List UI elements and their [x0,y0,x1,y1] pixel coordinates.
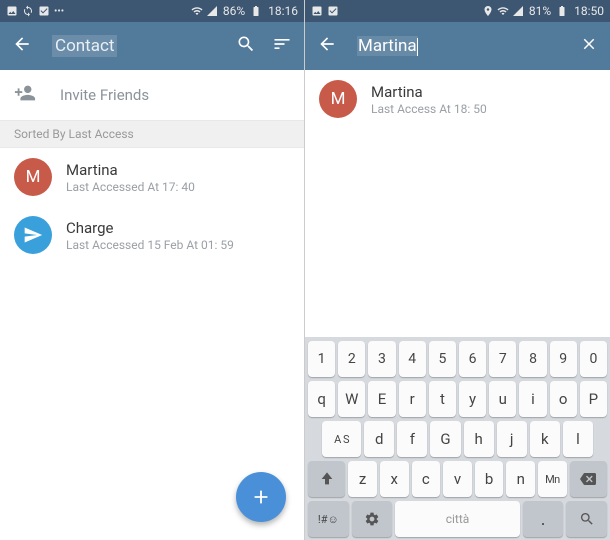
contact-item-charge[interactable]: Charge Last Accessed 15 Feb At 01: 59 [0,206,304,264]
key-e[interactable]: E [368,381,395,417]
contact-name: Charge [66,219,234,237]
key-0[interactable]: 0 [580,341,607,377]
key-mn[interactable]: Mn [538,461,567,497]
kb-row-5: !#☺ città . [308,501,607,537]
new-contact-fab[interactable] [236,472,286,522]
key-7[interactable]: 7 [489,341,516,377]
key-c[interactable]: c [412,461,441,497]
kb-row-4: zxcvbnMn [308,461,607,497]
key-g[interactable]: G [430,421,460,457]
key-f[interactable]: f [397,421,427,457]
key-4[interactable]: 4 [399,341,426,377]
key-6[interactable]: 6 [459,341,486,377]
key-k[interactable]: k [530,421,560,457]
key-as[interactable]: A S [322,421,361,457]
add-person-icon [14,82,36,108]
status-bar: 81% 18:50 [305,0,610,22]
key-w[interactable]: W [338,381,365,417]
battery-icon [250,5,262,17]
key-z[interactable]: z [348,461,377,497]
key-symbols[interactable]: !#☺ [308,501,349,537]
avatar: M [319,80,357,118]
key-r[interactable]: r [399,381,426,417]
kb-row-3: A SdfGhjkl [308,421,607,457]
contacts-screen: ••• 86% 18:16 Contact Invite Friends Sor… [0,0,305,540]
search-bar: Martina [305,22,610,70]
more-icon: ••• [54,6,64,17]
contact-status: Last Accessed At 17: 40 [66,180,195,194]
search-input[interactable]: Martina [357,36,564,56]
key-v[interactable]: v [443,461,472,497]
invite-friends-row[interactable]: Invite Friends [0,70,304,120]
key-q[interactable]: q [308,381,335,417]
invite-label: Invite Friends [60,86,149,104]
battery-percent: 86% [223,4,245,18]
status-bar: ••• 86% 18:16 [0,0,304,22]
key-i[interactable]: i [519,381,546,417]
battery-percent: 81% [529,4,551,18]
key-n[interactable]: n [506,461,535,497]
key-shift[interactable] [308,461,345,497]
key-period[interactable]: . [523,501,564,537]
sort-button[interactable] [272,34,292,58]
key-t[interactable]: t [429,381,456,417]
image-icon [6,5,18,17]
key-1[interactable]: 1 [308,341,335,377]
key-space[interactable]: città [395,501,520,537]
contact-status: Last Accessed 15 Feb At 01: 59 [66,238,234,252]
signal-icon [512,5,524,17]
wifi-icon [191,5,203,17]
signal-icon [206,5,218,17]
key-p[interactable]: P [580,381,607,417]
key-search[interactable] [566,501,607,537]
image-icon [311,5,323,17]
clear-button[interactable] [580,35,598,57]
virtual-keyboard: 1234567890 qWErtyuioP A SdfGhjkl zxcvbnM… [305,337,610,540]
key-o[interactable]: o [550,381,577,417]
page-title: Contact [52,36,220,56]
key-5[interactable]: 5 [429,341,456,377]
kb-row-numbers: 1234567890 [308,341,607,377]
wifi-icon [497,5,509,17]
key-d[interactable]: d [364,421,394,457]
key-backspace[interactable] [570,461,607,497]
contact-item-martina[interactable]: M Martina Last Accessed At 17: 40 [0,148,304,206]
key-l[interactable]: l [563,421,593,457]
kb-row-2: qWErtyuioP [308,381,607,417]
key-2[interactable]: 2 [338,341,365,377]
key-8[interactable]: 8 [519,341,546,377]
section-header: Sorted By Last Access [0,120,304,148]
key-y[interactable]: y [459,381,486,417]
key-9[interactable]: 9 [550,341,577,377]
key-x[interactable]: x [380,461,409,497]
check-icon [327,5,339,17]
refresh-icon [22,5,34,17]
key-settings[interactable] [352,501,393,537]
key-h[interactable]: h [464,421,494,457]
avatar [14,216,52,254]
location-icon [482,5,494,17]
key-3[interactable]: 3 [368,341,395,377]
search-result-martina[interactable]: M Martina Last Access At 18: 50 [305,70,610,128]
app-bar: Contact [0,22,304,70]
clock-time: 18:50 [574,4,604,18]
search-button[interactable] [236,34,256,58]
contact-name: Martina [66,161,195,179]
back-button[interactable] [12,34,32,58]
search-screen: 81% 18:50 Martina M Martina Last Access … [305,0,610,540]
contact-status: Last Access At 18: 50 [371,102,487,116]
check-icon [38,5,50,17]
back-button[interactable] [317,34,337,58]
clock-time: 18:16 [268,4,298,18]
key-b[interactable]: b [475,461,504,497]
contact-name: Martina [371,83,487,101]
key-j[interactable]: j [497,421,527,457]
battery-icon [556,5,568,17]
avatar: M [14,158,52,196]
key-u[interactable]: u [489,381,516,417]
